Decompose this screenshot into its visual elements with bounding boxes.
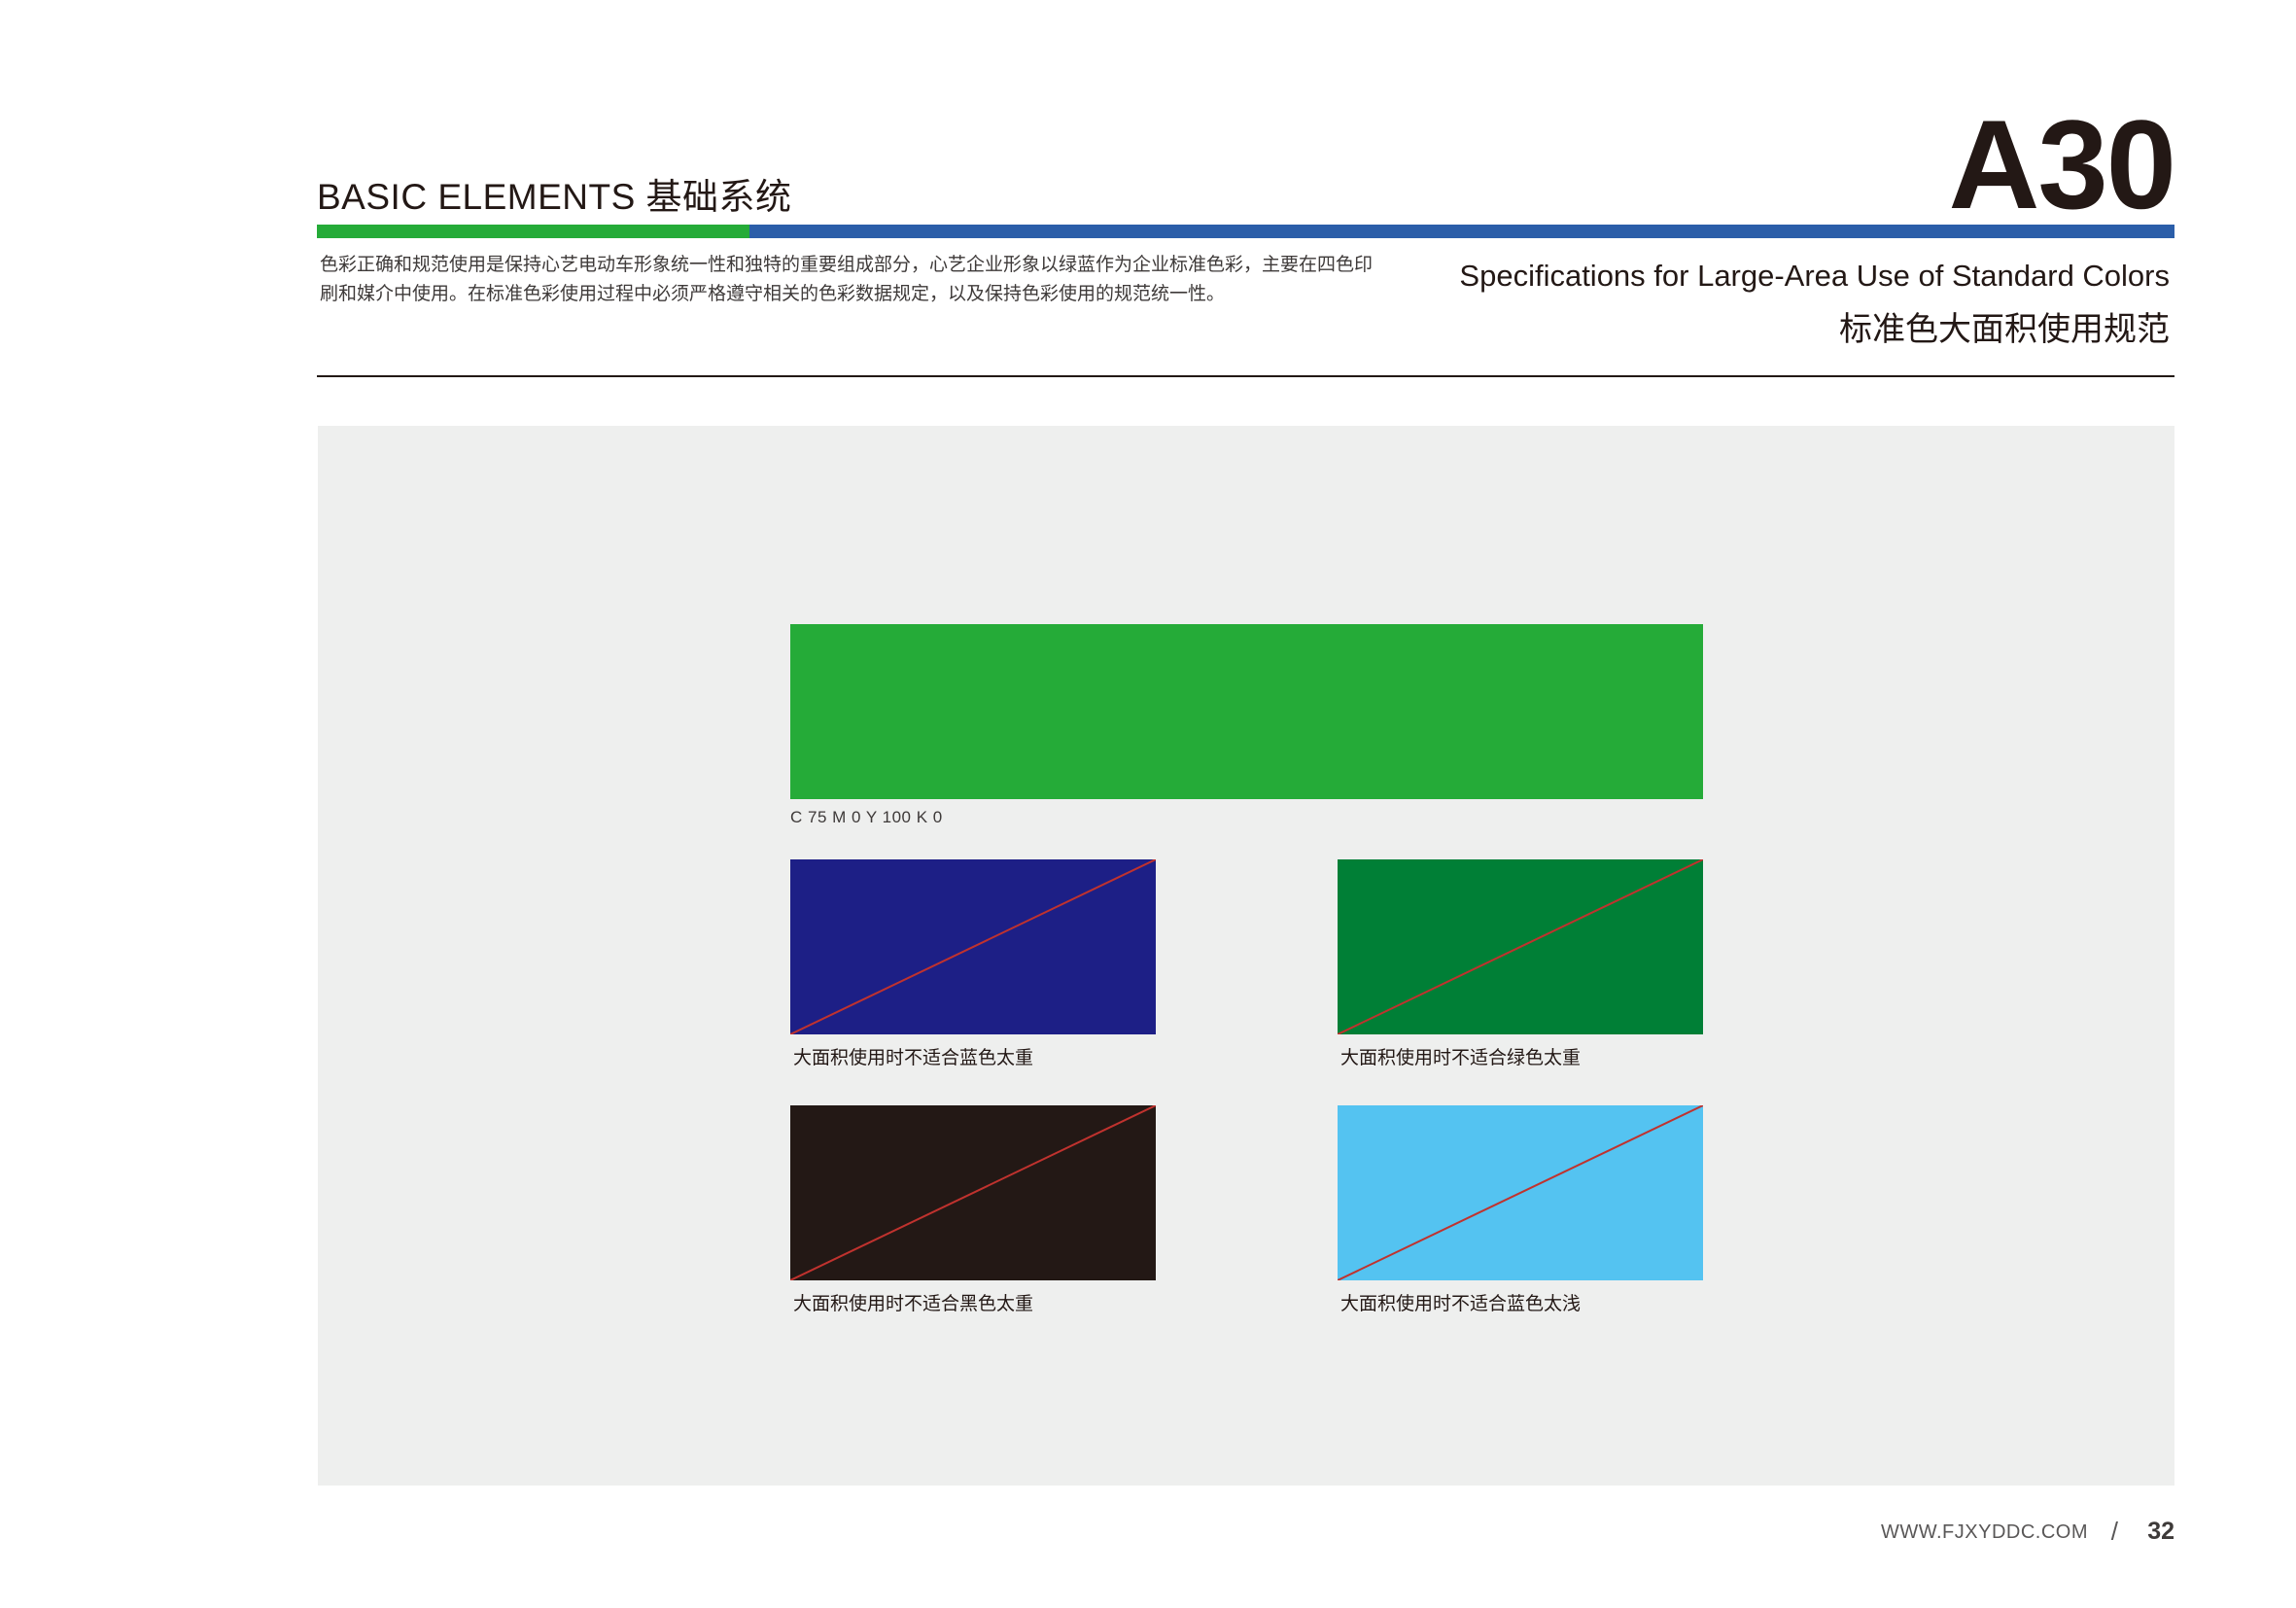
content-panel	[318, 426, 2174, 1486]
swatch-caption: 大面积使用时不适合蓝色太重	[793, 1048, 1034, 1068]
section-title: BASIC ELEMENTS 基础系统	[317, 177, 792, 217]
strike-line	[790, 859, 1156, 1034]
footer-url: WWW.FJXYDDC.COM	[1880, 1521, 2088, 1543]
intro-line: 色彩正确和规范使用是保持心艺电动车形象统一性和独特的重要组成部分，心艺企业形象以…	[320, 255, 1374, 275]
header-bar-green	[317, 225, 749, 238]
incorrect-swatch-dark-green	[1338, 859, 1703, 1034]
strike-line	[1338, 859, 1703, 1034]
header-bar-blue	[749, 225, 2174, 238]
incorrect-swatch-dark-blue	[790, 859, 1156, 1034]
incorrect-swatch-black	[790, 1105, 1156, 1280]
swatch-caption: 大面积使用时不适合蓝色太浅	[1340, 1294, 1582, 1314]
standard-color-swatch	[790, 624, 1703, 799]
cmyk-label: C 75 M 0 Y 100 K 0	[790, 808, 943, 826]
page-title-cn: 标准色大面积使用规范	[1839, 311, 2170, 348]
intro-line: 刷和媒介中使用。在标准色彩使用过程中必须严格遵守相关的色彩数据规定，以及保持色彩…	[320, 284, 1226, 304]
page-code: A30	[1948, 93, 2176, 235]
footer-slash: /	[2110, 1517, 2118, 1546]
swatch-caption: 大面积使用时不适合绿色太重	[1340, 1048, 1582, 1068]
intro-text: 色彩正确和规范使用是保持心艺电动车形象统一性和独特的重要组成部分，心艺企业形象以…	[320, 251, 1394, 309]
strike-line	[1338, 1105, 1703, 1280]
page-number: 32	[2147, 1518, 2174, 1545]
page-title-en: Specifications for Large-Area Use of Sta…	[1459, 259, 2170, 293]
strike-line	[790, 1105, 1156, 1280]
swatch-caption: 大面积使用时不适合黑色太重	[793, 1294, 1034, 1314]
incorrect-swatch-light-blue	[1338, 1105, 1703, 1280]
header-divider	[317, 375, 2174, 377]
header-color-bar	[317, 225, 2174, 238]
